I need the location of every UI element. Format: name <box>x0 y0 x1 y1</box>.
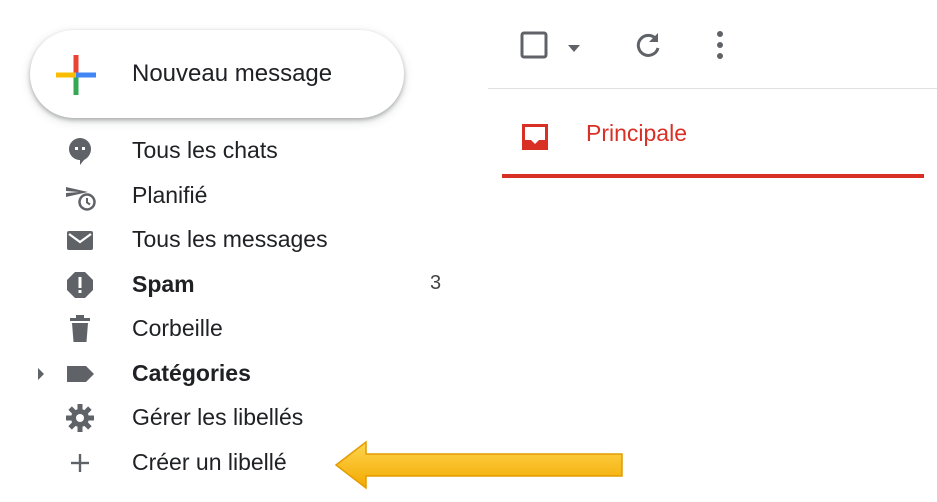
chevron-down-icon[interactable] <box>568 40 580 58</box>
more-options-icon[interactable] <box>716 30 724 65</box>
sidebar-item-spam[interactable]: Spam 3 <box>0 263 470 308</box>
sidebar-item-all-chats[interactable]: Tous les chats <box>0 129 470 174</box>
sidebar-item-label: Gérer les libellés <box>132 404 304 430</box>
expand-arrow-icon[interactable] <box>36 367 46 386</box>
sidebar-item-all-mail[interactable]: Tous les messages <box>0 218 470 263</box>
unread-count: 3 <box>430 272 442 294</box>
tab-principale[interactable]: Principale <box>502 100 924 178</box>
callout-arrow <box>334 440 623 490</box>
sidebar-item-trash[interactable]: Corbeille <box>0 307 470 352</box>
select-all-checkbox[interactable] <box>520 31 548 64</box>
sidebar-item-label: Tous les chats <box>132 137 278 163</box>
spam-icon <box>64 269 96 301</box>
sidebar-item-manage-labels[interactable]: Gérer les libellés <box>0 396 470 441</box>
compose-button[interactable]: Nouveau message <box>30 30 404 118</box>
sidebar-item-categories[interactable]: Catégories <box>0 352 470 397</box>
scheduled-send-icon <box>64 180 96 212</box>
sidebar-item-label: Spam <box>132 271 195 297</box>
sidebar-item-label: Catégories <box>132 360 251 386</box>
sidebar-item-label: Tous les messages <box>132 226 328 252</box>
label-icon <box>64 358 96 390</box>
inbox-icon <box>518 120 552 154</box>
gear-icon <box>64 402 96 434</box>
sidebar-item-scheduled[interactable]: Planifié <box>0 174 470 219</box>
refresh-icon[interactable] <box>634 30 662 63</box>
mail-toolbar <box>488 0 937 89</box>
sidebar-item-label: Planifié <box>132 182 208 208</box>
trash-icon <box>64 313 96 345</box>
tab-label: Principale <box>586 120 687 146</box>
sidebar-item-label: Corbeille <box>132 315 223 341</box>
compose-label: Nouveau message <box>132 60 333 87</box>
plus-icon <box>64 447 96 479</box>
sidebar-item-label: Créer un libellé <box>132 449 287 475</box>
chat-icon <box>64 135 96 167</box>
compose-plus-icon <box>56 55 96 95</box>
mail-icon <box>64 224 96 256</box>
